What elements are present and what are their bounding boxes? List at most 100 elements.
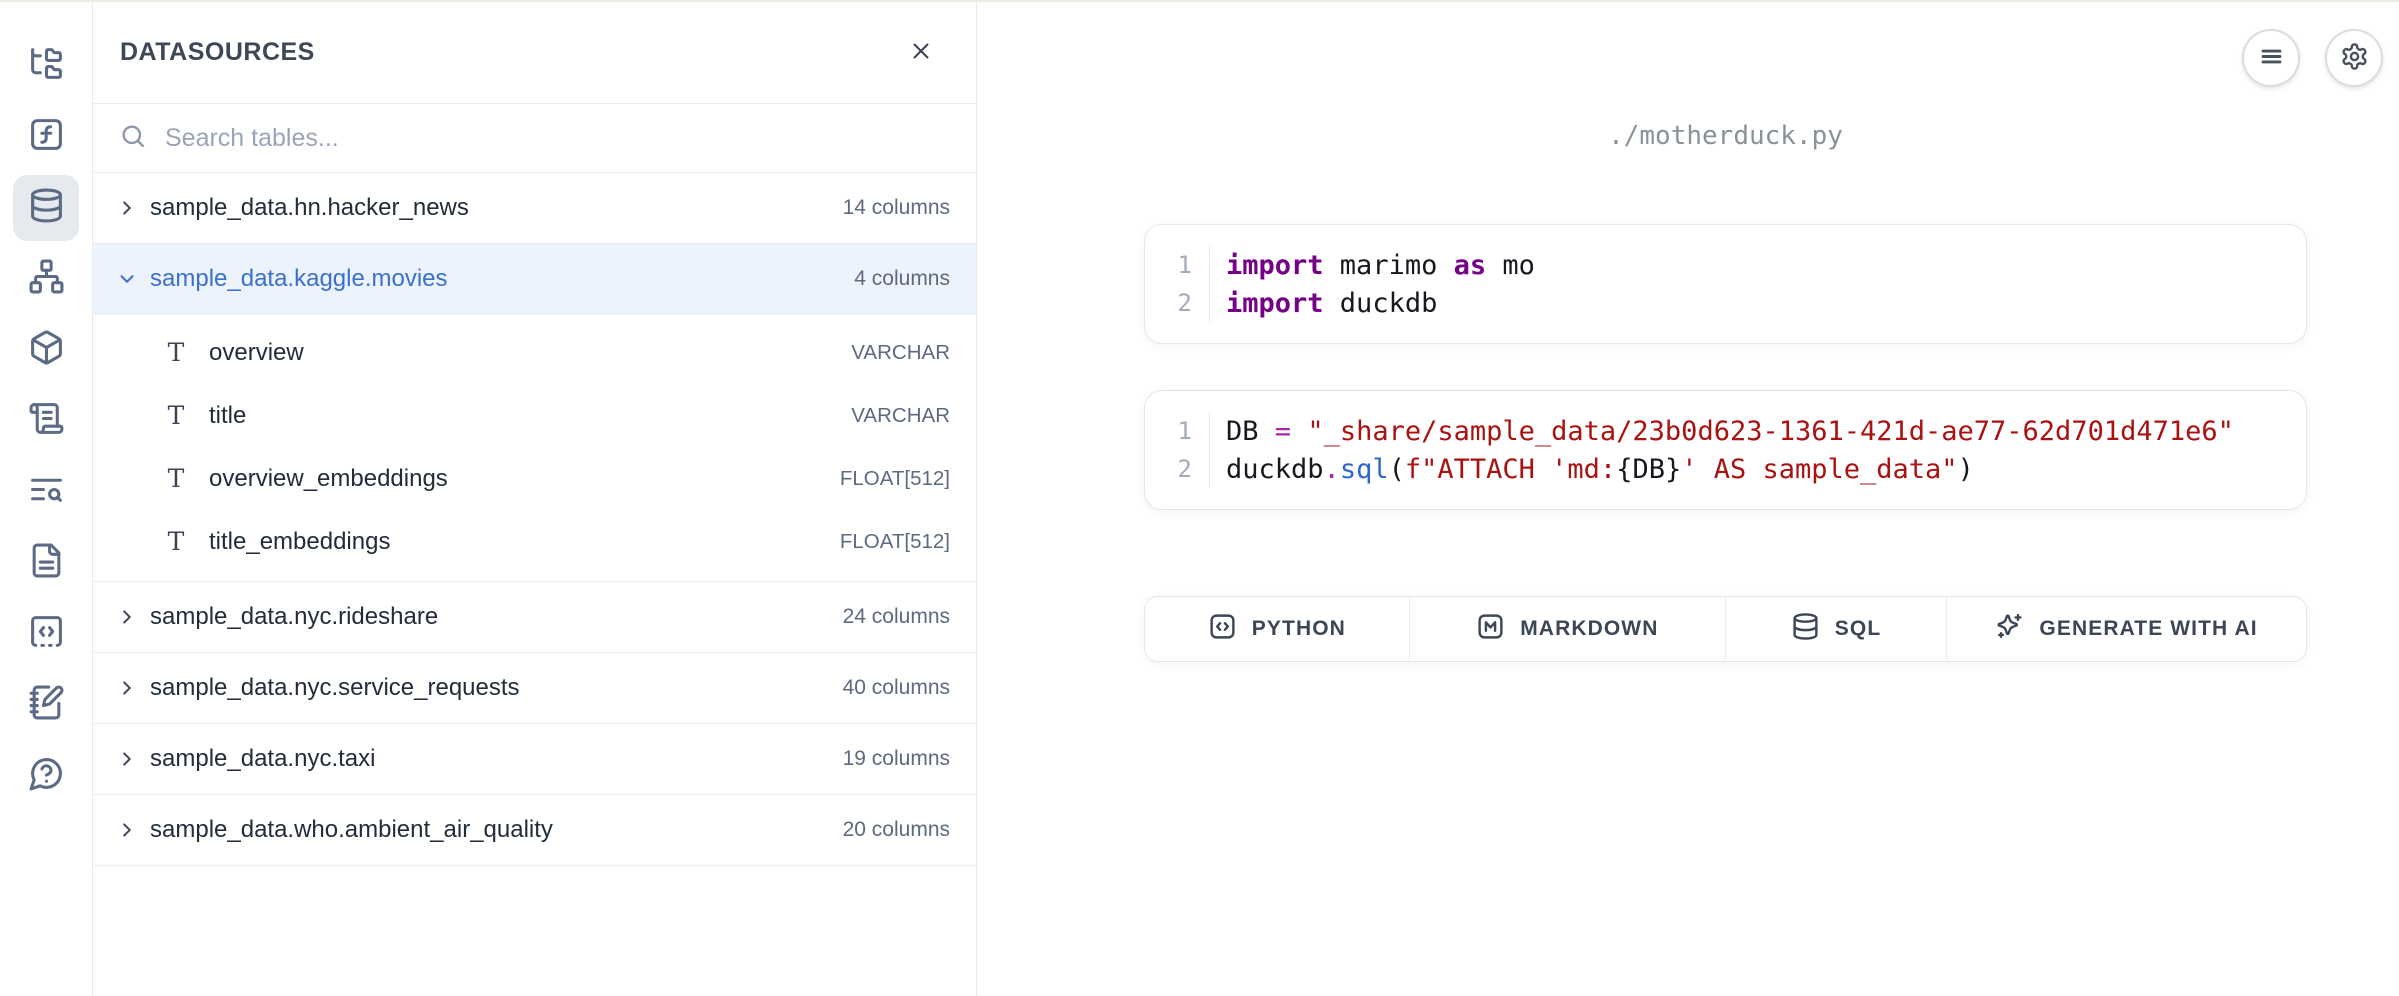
notebook-pen-icon: [28, 684, 65, 726]
sidebar-item-variables[interactable]: [13, 104, 79, 170]
column-list: T overview VARCHAR T title VARCHAR T ove…: [93, 315, 976, 582]
settings-button[interactable]: [2325, 29, 2383, 87]
column-type-icon: T: [161, 401, 191, 430]
add-python-label: PYTHON: [1252, 617, 1346, 641]
table-row[interactable]: sample_data.nyc.taxi 19 columns: [93, 724, 976, 795]
column-type-icon: T: [161, 338, 191, 367]
sidebar-item-snippets[interactable]: [13, 601, 79, 667]
top-actions: [2242, 29, 2383, 87]
close-panel-button[interactable]: [902, 34, 940, 72]
panel-title: DATASOURCES: [120, 38, 315, 67]
code-lines: 1 DB = "_share/sample_data/23b0d623-1361…: [1145, 412, 2306, 488]
code-lines: 1 import marimo as mo 2 import duckdb: [1145, 246, 2306, 322]
chevron-icon: [116, 819, 138, 841]
chevron-icon: [116, 268, 138, 290]
code-line: 2 duckdb.sql(f"ATTACH 'md:{DB}' AS sampl…: [1145, 450, 2306, 488]
code-line: 2 import duckdb: [1145, 284, 2306, 322]
code-line: 1 import marimo as mo: [1145, 246, 2306, 284]
menu-button[interactable]: [2242, 29, 2300, 87]
datasources-panel: DATASOURCES sample_data.hn.hacker_news 1…: [93, 2, 977, 996]
table-name: sample_data.nyc.service_requests: [150, 674, 520, 702]
code-snippet-icon: [28, 613, 65, 655]
line-number: 2: [1145, 284, 1209, 322]
line-number: 2: [1145, 450, 1209, 488]
gear-icon: [2340, 42, 2369, 74]
sidebar-item-tracebacks[interactable]: [13, 459, 79, 525]
column-row[interactable]: T title_embeddings FLOAT[512]: [93, 510, 976, 573]
code-text[interactable]: import marimo as mo: [1209, 246, 2306, 284]
table-search: [93, 104, 976, 173]
add-sql-cell-button[interactable]: SQL: [1725, 597, 1946, 661]
code-text[interactable]: DB = "_share/sample_data/23b0d623-1361-4…: [1209, 412, 2306, 450]
file-tree-icon: [28, 45, 65, 87]
scroll-text-icon: [28, 400, 65, 442]
code-line: 1 DB = "_share/sample_data/23b0d623-1361…: [1145, 412, 2306, 450]
notebook-content: ./motherduck.py 1 import marimo as mo 2 …: [1144, 121, 2307, 662]
chevron-icon: [116, 677, 138, 699]
table-column-count: 20 columns: [843, 818, 950, 842]
table-row[interactable]: sample_data.nyc.service_requests 40 colu…: [93, 653, 976, 724]
line-number: 1: [1145, 246, 1209, 284]
code-cell-attach-db[interactable]: 1 DB = "_share/sample_data/23b0d623-1361…: [1144, 390, 2307, 510]
panel-header: DATASOURCES: [93, 2, 976, 104]
app-window: DATASOURCES sample_data.hn.hacker_news 1…: [0, 0, 2399, 996]
add-markdown-label: MARKDOWN: [1520, 617, 1658, 641]
function-square-icon: [28, 116, 65, 158]
table-name: sample_data.kaggle.movies: [150, 265, 448, 293]
chevron-icon: [116, 606, 138, 628]
code-text[interactable]: import duckdb: [1209, 284, 2306, 322]
code-text[interactable]: duckdb.sql(f"ATTACH 'md:{DB}' AS sample_…: [1209, 450, 2306, 488]
table-list: sample_data.hn.hacker_news 14 columns sa…: [93, 173, 976, 996]
file-text-icon: [28, 542, 65, 584]
column-name: overview_embeddings: [209, 465, 448, 493]
column-type-icon: T: [161, 464, 191, 493]
table-name: sample_data.nyc.taxi: [150, 745, 375, 773]
column-type-icon: T: [161, 527, 191, 556]
line-number: 1: [1145, 412, 1209, 450]
column-type: VARCHAR: [851, 404, 950, 428]
sidebar-item-packages[interactable]: [13, 317, 79, 383]
column-name: title_embeddings: [209, 528, 390, 556]
add-python-cell-button[interactable]: PYTHON: [1145, 597, 1409, 661]
table-row[interactable]: sample_data.kaggle.movies 4 columns: [93, 244, 976, 315]
table-column-count: 19 columns: [843, 747, 950, 771]
table-name: sample_data.hn.hacker_news: [150, 194, 469, 222]
column-row[interactable]: T overview_embeddings FLOAT[512]: [93, 447, 976, 510]
table-column-count: 14 columns: [843, 196, 950, 220]
table-column-count: 4 columns: [854, 267, 950, 291]
column-type: FLOAT[512]: [840, 530, 950, 554]
sparkles-icon: [1995, 612, 2024, 647]
notebook-area: ./motherduck.py 1 import marimo as mo 2 …: [977, 2, 2399, 996]
sidebar-item-scratchpad[interactable]: [13, 672, 79, 738]
column-name: title: [209, 402, 246, 430]
add-markdown-cell-button[interactable]: MARKDOWN: [1409, 597, 1725, 661]
sidebar-item-dependency-graph[interactable]: [13, 246, 79, 312]
column-row[interactable]: T title VARCHAR: [93, 384, 976, 447]
table-column-count: 24 columns: [843, 605, 950, 629]
generate-with-ai-button[interactable]: GENERATE WITH AI: [1946, 597, 2306, 661]
sidebar-item-help[interactable]: [13, 743, 79, 809]
sidebar-item-datasources[interactable]: [13, 175, 79, 241]
markdown-square-icon: [1476, 612, 1505, 647]
table-row[interactable]: sample_data.nyc.rideshare 24 columns: [93, 582, 976, 653]
network-icon: [28, 258, 65, 300]
column-row[interactable]: T overview VARCHAR: [93, 321, 976, 384]
sidebar-item-file-explorer[interactable]: [13, 33, 79, 99]
chevron-icon: [116, 197, 138, 219]
table-name: sample_data.nyc.rideshare: [150, 603, 438, 631]
code-cell-imports[interactable]: 1 import marimo as mo 2 import duckdb: [1144, 224, 2307, 344]
code-square-icon: [1208, 612, 1237, 647]
table-row[interactable]: sample_data.who.ambient_air_quality 20 c…: [93, 795, 976, 866]
close-icon: [908, 38, 934, 67]
generate-with-ai-label: GENERATE WITH AI: [2039, 617, 2257, 641]
database-icon: [1791, 612, 1820, 647]
sidebar-item-logs[interactable]: [13, 388, 79, 454]
sidebar-item-documentation[interactable]: [13, 530, 79, 596]
column-type: VARCHAR: [851, 341, 950, 365]
sidebar-rail: [0, 2, 93, 996]
add-cell-bar: PYTHON MARKDOWN SQL GENERATE WITH AI: [1144, 596, 2307, 662]
table-name: sample_data.who.ambient_air_quality: [150, 816, 553, 844]
table-row[interactable]: sample_data.hn.hacker_news 14 columns: [93, 173, 976, 244]
hamburger-menu-icon: [2257, 42, 2286, 74]
search-input[interactable]: [165, 124, 950, 153]
